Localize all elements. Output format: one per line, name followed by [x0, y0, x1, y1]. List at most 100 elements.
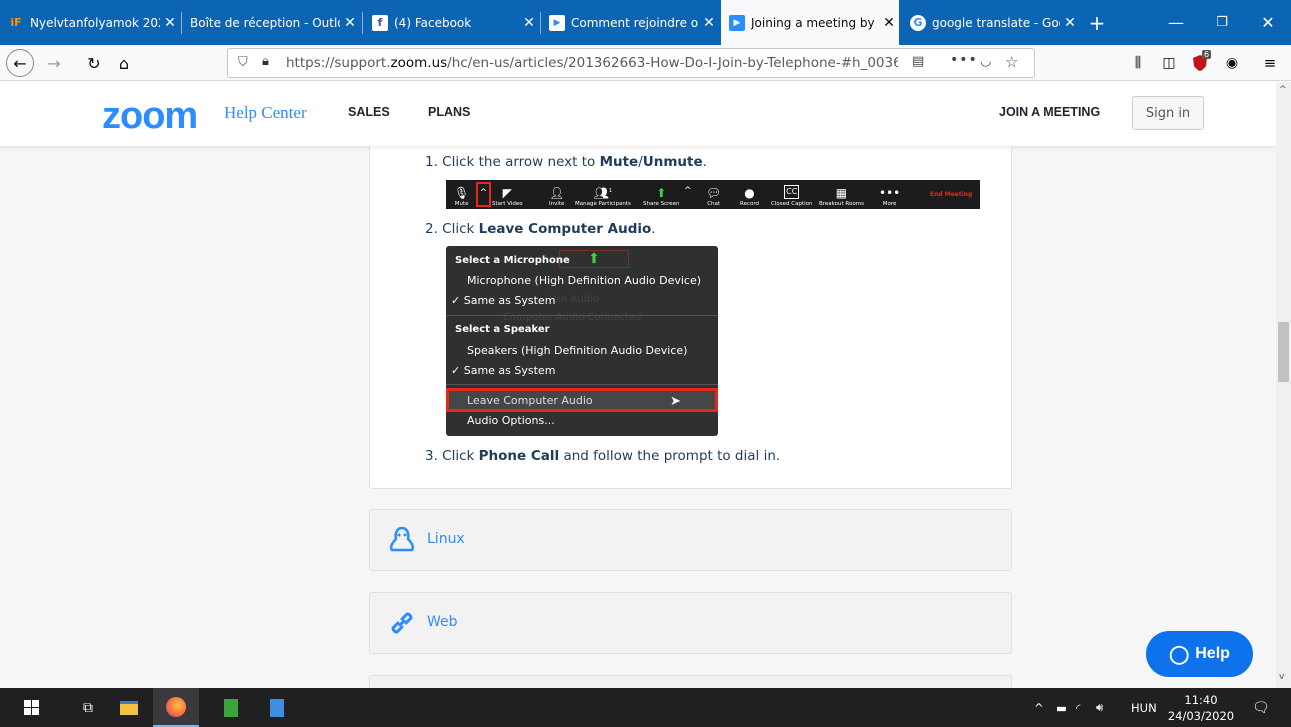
tray-chevron-icon[interactable]: ^: [1034, 688, 1044, 727]
invite-item: 👤︎ Invite: [549, 186, 565, 207]
close-window-button[interactable]: ✕: [1245, 0, 1291, 45]
breakout-rooms-icon: ▦: [835, 186, 848, 200]
close-tab-icon[interactable]: ✕: [879, 15, 899, 31]
end-meeting-label: End Meeting: [930, 191, 973, 198]
close-tab-icon[interactable]: ✕: [1060, 15, 1080, 31]
step-2: 2. Click Leave Computer Audio.: [425, 221, 656, 237]
breakout-rooms-item: ▦ Breakout Rooms: [819, 186, 864, 207]
help-center-link[interactable]: Help Center: [224, 103, 307, 123]
restore-button[interactable]: ❐: [1199, 0, 1245, 45]
audio-menu-image: ⬆ Join Audio Computer Audio Connected Se…: [446, 246, 718, 436]
ghost-audio-connected: Computer Audio Connected: [503, 312, 642, 323]
article-card: 1. Click the arrow next to Mute/Unmute. …: [369, 122, 1012, 489]
address-bar[interactable]: ⛉ 🔒︎ https://support.zoom.us/hc/en-us/ar…: [227, 48, 1035, 78]
tab-nyelvtanfolyamok[interactable]: iF Nyelvtanfolyamok 202 ✕: [0, 0, 180, 45]
close-tab-icon[interactable]: ✕: [340, 15, 360, 31]
share-screen-item: ⬆ Share Screen: [643, 186, 680, 207]
card-web-label: Web: [427, 614, 458, 630]
spreadsheet-icon[interactable]: [208, 688, 254, 727]
url-text: https://support.zoom.us/hc/en-us/article…: [286, 55, 898, 71]
lock-icon[interactable]: 🔒︎: [262, 54, 269, 69]
manage-participants-item: 👥︎1 Manage Participants: [575, 186, 631, 207]
menu-icon[interactable]: ≡: [1256, 49, 1284, 77]
more-dots-icon: •••: [879, 186, 901, 200]
volume-icon[interactable]: 🔊︎: [1096, 688, 1103, 727]
record-item: ● Record: [740, 186, 760, 207]
clock[interactable]: 11:40 24/03/2020: [1165, 688, 1237, 727]
chat-item: 💬︎ Chat: [706, 186, 722, 207]
tab-facebook[interactable]: f (4) Facebook ✕: [364, 0, 539, 45]
wifi-icon[interactable]: ◜: [1076, 688, 1080, 727]
file-explorer-icon[interactable]: [106, 688, 152, 727]
task-view-icon[interactable]: ⧉: [65, 688, 111, 727]
close-tab-icon[interactable]: ✕: [699, 15, 719, 31]
scrollbar-thumb[interactable]: [1278, 322, 1289, 382]
participants-icon: 👥︎1: [593, 186, 613, 200]
site-header: zoom Help Center SALES PLANS JOIN A MEET…: [0, 82, 1276, 146]
chat-bubble-icon: ◯: [1169, 643, 1190, 664]
mic-device: Microphone (High Definition Audio Device…: [467, 274, 702, 287]
help-button[interactable]: ◯ Help: [1146, 631, 1253, 677]
tab-google-translate[interactable]: G google translate - Goo ✕: [902, 0, 1080, 45]
language-indicator[interactable]: HUN: [1131, 688, 1157, 727]
join-meeting-link[interactable]: JOIN A MEETING: [999, 105, 1100, 119]
back-button[interactable]: ←: [6, 49, 34, 77]
battery-icon[interactable]: ▬: [1056, 688, 1067, 727]
ublock-icon[interactable]: 6: [1186, 49, 1214, 77]
zoom-logo[interactable]: zoom: [102, 95, 198, 138]
record-icon: ●: [744, 186, 755, 200]
mouse-cursor-icon: ➤: [670, 394, 681, 409]
bookmark-star-icon[interactable]: ☆: [1005, 53, 1018, 71]
web-page: zoom Help Center SALES PLANS JOIN A MEET…: [0, 82, 1276, 688]
step-3: 3. Click Phone Call and follow the promp…: [425, 448, 781, 464]
new-tab-button[interactable]: +: [1082, 0, 1112, 45]
tracking-shield-icon[interactable]: ⛉: [238, 55, 248, 70]
notification-icon[interactable]: 🗨︎: [1252, 688, 1270, 727]
zoom-favicon-icon: ▶: [549, 14, 565, 31]
closed-caption-item: CC Closed Caption: [771, 185, 813, 207]
minimize-button[interactable]: —: [1153, 0, 1199, 45]
reader-view-icon[interactable]: ▤: [912, 54, 924, 69]
chat-icon: 💬︎: [706, 186, 722, 200]
home-button[interactable]: ⌂: [110, 49, 138, 77]
card-linux[interactable]: Linux: [369, 509, 1012, 571]
share-screen-icon: ⬆: [656, 186, 667, 200]
audio-arrow-caret-icon: ^: [476, 182, 491, 207]
library-icon[interactable]: ⫼: [1124, 49, 1152, 77]
nav-plans[interactable]: PLANS: [428, 105, 470, 119]
tab-joining-meeting[interactable]: ▶ Joining a meeting by p ✕: [721, 0, 899, 45]
windows-logo-icon: [23, 700, 39, 715]
sign-in-button[interactable]: Sign in: [1132, 96, 1204, 130]
iF-favicon-icon: iF: [10, 16, 22, 29]
check-icon: ✓: [451, 294, 464, 307]
tab-outlook[interactable]: Boîte de réception - Outlo ✕: [182, 0, 360, 45]
mic-same-as-system: ✓ Same as System: [451, 294, 556, 307]
card-web[interactable]: Web: [369, 592, 1012, 654]
google-icon: G: [910, 14, 926, 31]
invite-icon: 👤︎: [549, 186, 565, 200]
scroll-down-icon[interactable]: v: [1279, 672, 1284, 682]
tab-comment-rejoindre[interactable]: ▶ Comment rejoindre ou ✕: [541, 0, 719, 45]
pocket-icon[interactable]: ◡: [980, 54, 991, 69]
close-tab-icon[interactable]: ✕: [519, 15, 539, 31]
start-button[interactable]: [8, 688, 54, 727]
document-icon[interactable]: [254, 688, 300, 727]
browser-tab-strip: iF Nyelvtanfolyamok 202 ✕ Boîte de récep…: [0, 0, 1291, 45]
sidebar-icon[interactable]: ◫: [1155, 49, 1183, 77]
browser-navbar: ← → ↻ ⌂ ⛉ 🔒︎ https://support.zoom.us/hc/…: [0, 45, 1291, 81]
card-linux-label: Linux: [427, 531, 465, 547]
page-scrollbar[interactable]: ^ v: [1276, 82, 1291, 688]
nav-sales[interactable]: SALES: [348, 105, 390, 119]
page-actions-icon[interactable]: •••: [950, 52, 978, 68]
linux-icon: [389, 526, 415, 552]
forward-button[interactable]: →: [40, 49, 68, 77]
check-icon: ✓: [451, 364, 464, 377]
scroll-up-icon[interactable]: ^: [1279, 85, 1287, 95]
firefox-icon[interactable]: [153, 688, 199, 727]
start-video-item: ◤ Start Video: [492, 186, 523, 207]
reload-button[interactable]: ↻: [80, 49, 108, 77]
close-tab-icon[interactable]: ✕: [160, 15, 180, 31]
mic-header: Select a Microphone: [455, 255, 570, 266]
account-icon[interactable]: ◉: [1218, 49, 1246, 77]
card-next[interactable]: [369, 675, 1012, 688]
